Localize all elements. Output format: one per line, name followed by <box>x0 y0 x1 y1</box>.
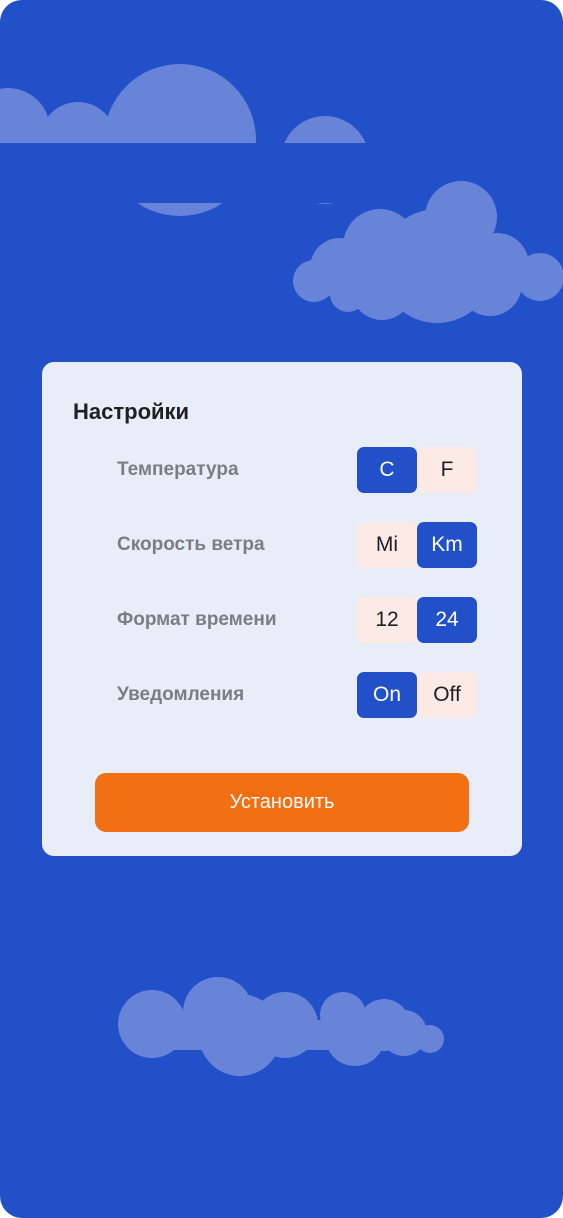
wind-speed-toggle: Mi Km <box>357 522 477 568</box>
temperature-label: Температура <box>117 459 239 480</box>
cloud-top-left <box>0 64 390 216</box>
notifications-on-option[interactable]: On <box>357 672 417 718</box>
temperature-toggle: C F <box>357 447 477 493</box>
wind-speed-label: Скорость ветра <box>117 534 265 555</box>
wind-speed-row: Скорость ветра Mi Km <box>117 522 477 568</box>
notifications-toggle: On Off <box>357 672 477 718</box>
12h-option[interactable]: 12 <box>357 597 417 643</box>
celsius-option[interactable]: C <box>357 447 417 493</box>
set-button[interactable]: Установить <box>95 773 469 832</box>
time-format-label: Формат времени <box>117 609 277 630</box>
km-option[interactable]: Km <box>417 522 477 568</box>
notifications-label: Уведомления <box>117 684 245 705</box>
time-format-row: Формат времени 12 24 <box>117 597 477 643</box>
time-format-toggle: 12 24 <box>357 597 477 643</box>
settings-card: Настройки Температура C F Скорость ветра… <box>42 362 522 856</box>
temperature-row: Температура C F <box>117 447 477 493</box>
app-screen: Настройки Температура C F Скорость ветра… <box>0 0 563 1218</box>
notifications-row: Уведомления On Off <box>117 672 477 718</box>
fahrenheit-option[interactable]: F <box>417 447 477 493</box>
settings-title: Настройки <box>73 399 190 424</box>
cloud-bottom <box>118 977 444 1076</box>
miles-option[interactable]: Mi <box>357 522 417 568</box>
24h-option[interactable]: 24 <box>417 597 477 643</box>
notifications-off-option[interactable]: Off <box>417 672 477 718</box>
